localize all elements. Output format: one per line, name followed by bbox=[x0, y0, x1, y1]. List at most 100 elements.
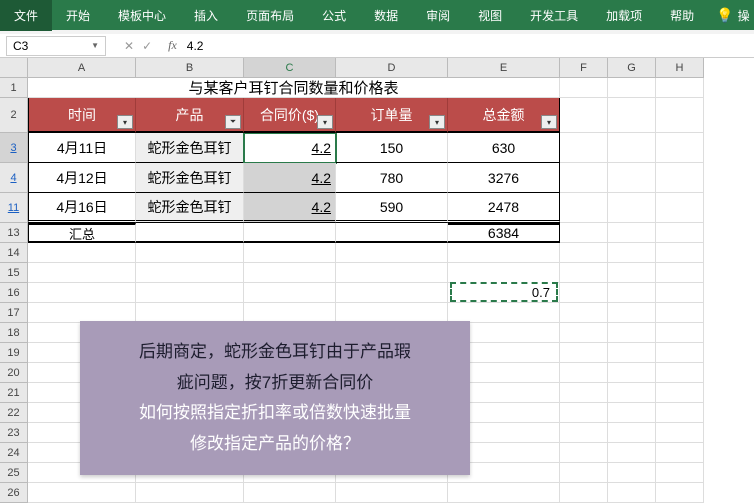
cell[interactable] bbox=[608, 483, 656, 503]
row-header-1[interactable]: 1 bbox=[0, 78, 28, 98]
cell-product[interactable]: 蛇形金色耳钉 bbox=[136, 193, 244, 223]
formula-input[interactable] bbox=[187, 39, 754, 53]
cell[interactable] bbox=[336, 243, 448, 263]
cell[interactable] bbox=[28, 303, 136, 323]
cell[interactable] bbox=[560, 383, 608, 403]
cell[interactable] bbox=[560, 483, 608, 503]
cell[interactable] bbox=[656, 193, 704, 223]
col-header-C[interactable]: C bbox=[244, 58, 336, 78]
cell[interactable] bbox=[656, 98, 704, 133]
cell[interactable] bbox=[608, 263, 656, 283]
cell[interactable] bbox=[244, 263, 336, 283]
cell-price[interactable]: 4.2 bbox=[244, 193, 336, 223]
cell[interactable] bbox=[608, 193, 656, 223]
cell[interactable] bbox=[244, 303, 336, 323]
cell[interactable] bbox=[560, 98, 608, 133]
cell[interactable] bbox=[656, 133, 704, 163]
confirm-icon[interactable]: ✓ bbox=[142, 39, 152, 53]
row-header-13[interactable]: 13 bbox=[0, 223, 28, 243]
cell[interactable] bbox=[656, 463, 704, 483]
cell[interactable] bbox=[608, 443, 656, 463]
filter-active-icon[interactable]: ⏷ bbox=[225, 115, 241, 129]
row-header[interactable]: 19 bbox=[0, 343, 28, 363]
row-header[interactable]: 26 bbox=[0, 483, 28, 503]
callout-box[interactable]: 后期商定，蛇形金色耳钉由于产品瑕 疵问题，按7折更新合同价 如何按照指定折扣率或… bbox=[80, 321, 470, 475]
cell[interactable] bbox=[560, 323, 608, 343]
cell[interactable] bbox=[28, 283, 136, 303]
row-header[interactable]: 16 bbox=[0, 283, 28, 303]
cell[interactable] bbox=[448, 263, 560, 283]
cell[interactable] bbox=[560, 163, 608, 193]
row-header[interactable]: 17 bbox=[0, 303, 28, 323]
cell[interactable] bbox=[560, 283, 608, 303]
row-header[interactable]: 14 bbox=[0, 243, 28, 263]
cell[interactable] bbox=[656, 363, 704, 383]
cell[interactable] bbox=[560, 423, 608, 443]
header-price[interactable]: 合同价($) ▾ bbox=[244, 98, 336, 133]
tab-help[interactable]: 帮助 bbox=[656, 0, 708, 31]
col-header-D[interactable]: D bbox=[336, 58, 448, 78]
cell[interactable] bbox=[656, 163, 704, 193]
cell[interactable] bbox=[608, 133, 656, 163]
cell-total[interactable]: 2478 bbox=[448, 193, 560, 223]
title-cell[interactable]: 与某客户耳钉合同数量和价格表 bbox=[28, 78, 560, 98]
cell[interactable] bbox=[336, 483, 448, 503]
cell[interactable] bbox=[656, 343, 704, 363]
cell[interactable] bbox=[448, 303, 560, 323]
row-header-11[interactable]: 11 bbox=[0, 193, 28, 223]
cell[interactable] bbox=[608, 463, 656, 483]
cell[interactable] bbox=[608, 403, 656, 423]
cell-date[interactable]: 4月16日 bbox=[28, 193, 136, 223]
row-header-3[interactable]: 3 bbox=[0, 133, 28, 163]
tab-file[interactable]: 文件 bbox=[0, 0, 52, 31]
row-header[interactable]: 15 bbox=[0, 263, 28, 283]
cell[interactable] bbox=[608, 323, 656, 343]
cell-qty[interactable]: 780 bbox=[336, 163, 448, 193]
cell-qty[interactable]: 150 bbox=[336, 133, 448, 163]
tab-view[interactable]: 视图 bbox=[464, 0, 516, 31]
col-header-H[interactable]: H bbox=[656, 58, 704, 78]
cell[interactable] bbox=[608, 78, 656, 98]
summary-label[interactable]: 汇总 bbox=[28, 223, 136, 243]
header-total[interactable]: 总金额 ▾ bbox=[448, 98, 560, 133]
cell[interactable] bbox=[560, 193, 608, 223]
cell[interactable] bbox=[448, 483, 560, 503]
row-header[interactable]: 25 bbox=[0, 463, 28, 483]
cell[interactable] bbox=[560, 263, 608, 283]
row-header-4[interactable]: 4 bbox=[0, 163, 28, 193]
tab-formula[interactable]: 公式 bbox=[308, 0, 360, 31]
filter-dropdown-icon[interactable]: ▾ bbox=[117, 115, 133, 129]
cell[interactable] bbox=[656, 223, 704, 243]
cell[interactable] bbox=[608, 283, 656, 303]
cell[interactable] bbox=[656, 443, 704, 463]
tab-review[interactable]: 审阅 bbox=[412, 0, 464, 31]
tell-me-icon[interactable]: 💡 bbox=[716, 7, 733, 24]
fx-icon[interactable]: fx bbox=[168, 38, 177, 53]
row-header[interactable]: 22 bbox=[0, 403, 28, 423]
cell[interactable] bbox=[560, 443, 608, 463]
cell[interactable] bbox=[244, 483, 336, 503]
row-header-2[interactable]: 2 bbox=[0, 98, 28, 133]
cell[interactable] bbox=[336, 223, 448, 243]
cell[interactable] bbox=[136, 283, 244, 303]
cell-total[interactable]: 630 bbox=[448, 133, 560, 163]
cell[interactable] bbox=[608, 343, 656, 363]
cell[interactable] bbox=[608, 223, 656, 243]
cell-date[interactable]: 4月11日 bbox=[28, 133, 136, 163]
cell[interactable] bbox=[28, 263, 136, 283]
cell[interactable] bbox=[136, 263, 244, 283]
cell-product[interactable]: 蛇形金色耳钉 bbox=[136, 163, 244, 193]
cell[interactable] bbox=[28, 483, 136, 503]
tell-me-text[interactable]: 操 bbox=[738, 7, 750, 24]
summary-total[interactable]: 6384 bbox=[448, 223, 560, 243]
cell[interactable] bbox=[608, 163, 656, 193]
filter-dropdown-icon[interactable]: ▾ bbox=[541, 115, 557, 129]
cell[interactable] bbox=[244, 243, 336, 263]
cell[interactable] bbox=[244, 283, 336, 303]
row-header[interactable]: 24 bbox=[0, 443, 28, 463]
cell[interactable] bbox=[608, 303, 656, 323]
header-product[interactable]: 产品 ⏷ bbox=[136, 98, 244, 133]
tab-layout[interactable]: 页面布局 bbox=[232, 0, 308, 31]
tab-home[interactable]: 开始 bbox=[52, 0, 104, 31]
cell[interactable] bbox=[136, 303, 244, 323]
